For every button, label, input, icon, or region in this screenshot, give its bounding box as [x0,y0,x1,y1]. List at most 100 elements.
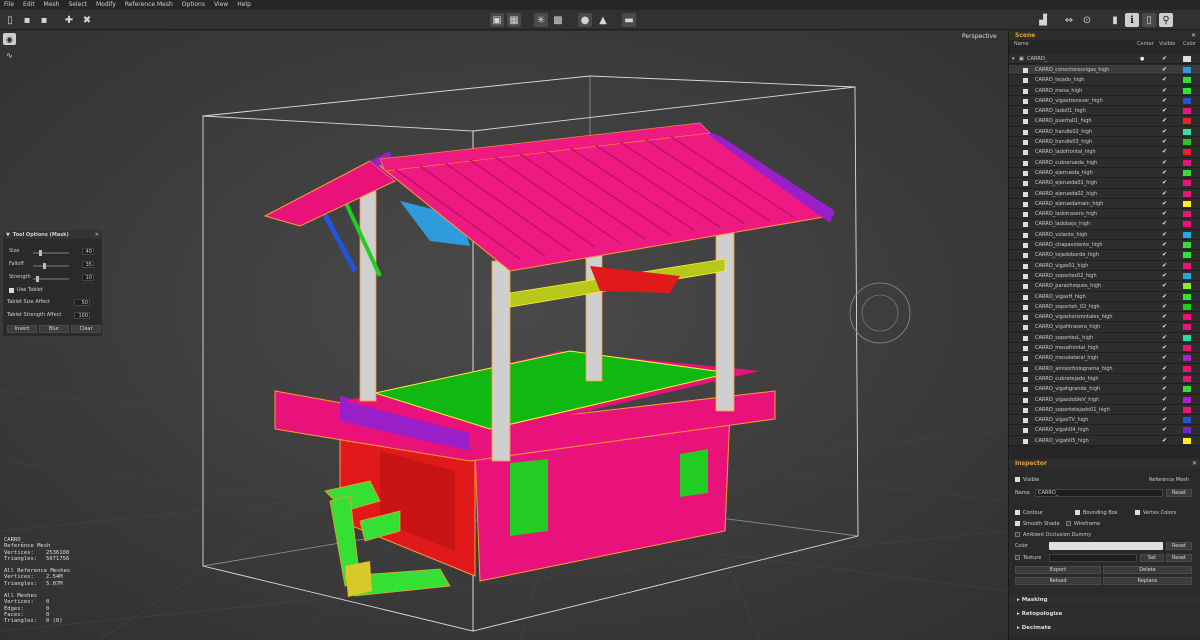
root-color-swatch[interactable] [1183,56,1191,62]
scene-item-row[interactable]: CARRO_handle02_high ✔ [1009,126,1200,138]
scene-item-color-swatch[interactable] [1183,355,1191,362]
reload-button[interactable]: Reload [1015,577,1101,585]
scene-item-color-swatch[interactable] [1183,97,1191,104]
scene-item-checkbox[interactable] [1023,418,1028,424]
use-tablet-checkbox[interactable] [9,287,14,293]
tools-icon[interactable]: ⚲ [1159,13,1173,27]
wireframe-triangle-icon[interactable]: ▲ [596,13,610,27]
falloff-slider-knob[interactable] [43,263,46,269]
scene-item-color-swatch[interactable] [1183,139,1191,146]
scene-item-checkbox[interactable] [1023,68,1028,73]
add-icon[interactable]: ✚ [62,13,76,27]
scene-item-row[interactable]: CARRO_vigahgrande_high ✔ [1009,384,1200,395]
scene-item-checkbox[interactable] [1023,407,1028,413]
scene-item-row[interactable]: CARRO_vigastrensver_high ✔ [1009,95,1200,107]
texture-set-button[interactable]: Set [1140,554,1164,562]
scene-item-color-swatch[interactable] [1183,262,1191,269]
scene-item-color-swatch[interactable] [1183,190,1191,197]
mask-tool-icon[interactable]: ◉ [3,33,16,45]
scene-item-visible-check[interactable]: ✔ [1162,343,1167,353]
scene-item-row[interactable]: CARRO_chapavolante_high ✔ [1009,240,1200,251]
scene-item-row[interactable]: CARRO_cubrerueda_high ✔ [1009,157,1200,168]
strength-slider-knob[interactable] [36,276,39,282]
scene-item-checkbox[interactable] [1023,88,1028,94]
scene-item-visible-check[interactable]: ✔ [1162,364,1167,374]
scene-item-checkbox[interactable] [1023,181,1028,187]
falloff-value[interactable]: 35 [82,261,94,268]
scene-item-color-swatch[interactable] [1183,221,1191,228]
scene-item-visible-check[interactable]: ✔ [1162,395,1167,405]
falloff-slider[interactable] [33,263,69,269]
section-decimate[interactable]: ▸ Decimate [1009,622,1200,634]
frame-view-icon[interactable]: ▣ [490,13,504,27]
scene-item-checkbox[interactable] [1023,191,1028,197]
size-slider[interactable] [33,250,69,256]
scene-item-row[interactable]: CARRO_amisorholograma_high ✔ [1009,363,1200,374]
center-dot-icon[interactable]: ● [1140,54,1144,64]
export-button[interactable]: Export [1015,566,1101,574]
scene-item-checkbox[interactable] [1023,109,1028,115]
scene-item-row[interactable]: CARRO_ejerueda02_high ✔ [1009,188,1200,199]
scene-item-visible-check[interactable]: ✔ [1162,86,1167,96]
scene-item-row[interactable]: CARRO_soporteh_02_high ✔ [1009,301,1200,313]
scene-item-row[interactable]: CARRO_soportetejado01_high ✔ [1009,404,1200,416]
scene-item-checkbox[interactable] [1023,140,1028,146]
strength-slider[interactable] [33,276,69,282]
scene-item-row[interactable]: CARRO_ladobajo_high ✔ [1009,219,1200,230]
scene-item-visible-check[interactable]: ✔ [1162,333,1167,343]
scene-item-color-swatch[interactable] [1183,272,1191,279]
scene-item-row[interactable]: CARRO_lado01_high ✔ [1009,106,1200,117]
size-slider-knob[interactable] [39,250,42,256]
scene-item-visible-check[interactable]: ✔ [1162,312,1167,322]
size-value[interactable]: 40 [82,248,94,255]
scene-item-row[interactable]: CARRO_ladofrontal_high ✔ [1009,147,1200,158]
scene-item-visible-check[interactable]: ✔ [1162,292,1167,302]
scene-item-row[interactable]: CARRO_ejeruedamain_high ✔ [1009,198,1200,210]
invert-button[interactable]: Invert [7,325,37,333]
scene-item-row[interactable]: CARRO_mesafrontal_high ✔ [1009,343,1200,354]
scene-item-checkbox[interactable] [1023,294,1028,300]
scene-item-checkbox[interactable] [1023,119,1028,125]
scene-item-checkbox[interactable] [1023,366,1028,372]
scene-item-checkbox[interactable] [1023,397,1028,403]
scene-item-color-swatch[interactable] [1183,180,1191,187]
scene-item-color-swatch[interactable] [1183,252,1191,259]
scene-item-visible-check[interactable]: ✔ [1162,199,1167,209]
collapse-arrow-icon[interactable]: ▼ [6,232,10,238]
printer-icon[interactable]: ▟ [1036,13,1050,27]
scene-item-color-swatch[interactable] [1183,242,1191,249]
scene-item-checkbox[interactable] [1023,78,1028,84]
scene-item-color-swatch[interactable] [1183,87,1191,94]
scene-item-visible-check[interactable]: ✔ [1162,405,1167,415]
scene-item-color-swatch[interactable] [1183,293,1191,300]
grid-icon[interactable]: ▩ [551,13,565,27]
orthographic-icon[interactable]: ▦ [507,13,521,27]
scene-item-visible-check[interactable]: ✔ [1162,281,1167,291]
color-reset-button[interactable]: Reset [1166,542,1192,550]
scene-item-row[interactable]: CARRO_vigahtrasera_high ✔ [1009,322,1200,333]
scene-item-color-swatch[interactable] [1183,200,1191,207]
scene-item-row[interactable]: CARRO_handle03_high ✔ [1009,137,1200,148]
mask-view-icon[interactable]: ▬ [622,13,636,27]
scene-item-row[interactable]: CARRO_mesa_high ✔ [1009,85,1200,96]
root-visible-check[interactable]: ✔ [1162,54,1167,64]
scene-item-checkbox[interactable] [1023,243,1028,249]
scene-item-color-swatch[interactable] [1183,324,1191,331]
new-file-icon[interactable]: ▯ [3,13,17,27]
clear-button[interactable]: Clear [71,325,101,333]
scene-item-color-swatch[interactable] [1183,386,1191,393]
scene-item-row[interactable]: CARRO_vigah05_high ✔ [1009,435,1200,446]
inspector-close-icon[interactable]: ✕ [1192,459,1197,468]
scene-item-checkbox[interactable] [1023,212,1028,218]
scene-item-color-swatch[interactable] [1183,427,1191,434]
section-retopologize[interactable]: ▸ Retopologize [1009,608,1200,620]
ao-checkbox[interactable] [1015,532,1020,537]
scene-close-icon[interactable]: ✕ [1191,31,1196,40]
smooth-shade-checkbox[interactable] [1015,521,1020,526]
name-reset-button[interactable]: Reset [1166,489,1192,497]
scene-item-color-swatch[interactable] [1183,169,1191,176]
menu-modify[interactable]: Modify [96,0,116,10]
scene-item-color-swatch[interactable] [1183,118,1191,125]
scene-item-visible-check[interactable]: ✔ [1162,436,1167,446]
scene-item-visible-check[interactable]: ✔ [1162,374,1167,384]
